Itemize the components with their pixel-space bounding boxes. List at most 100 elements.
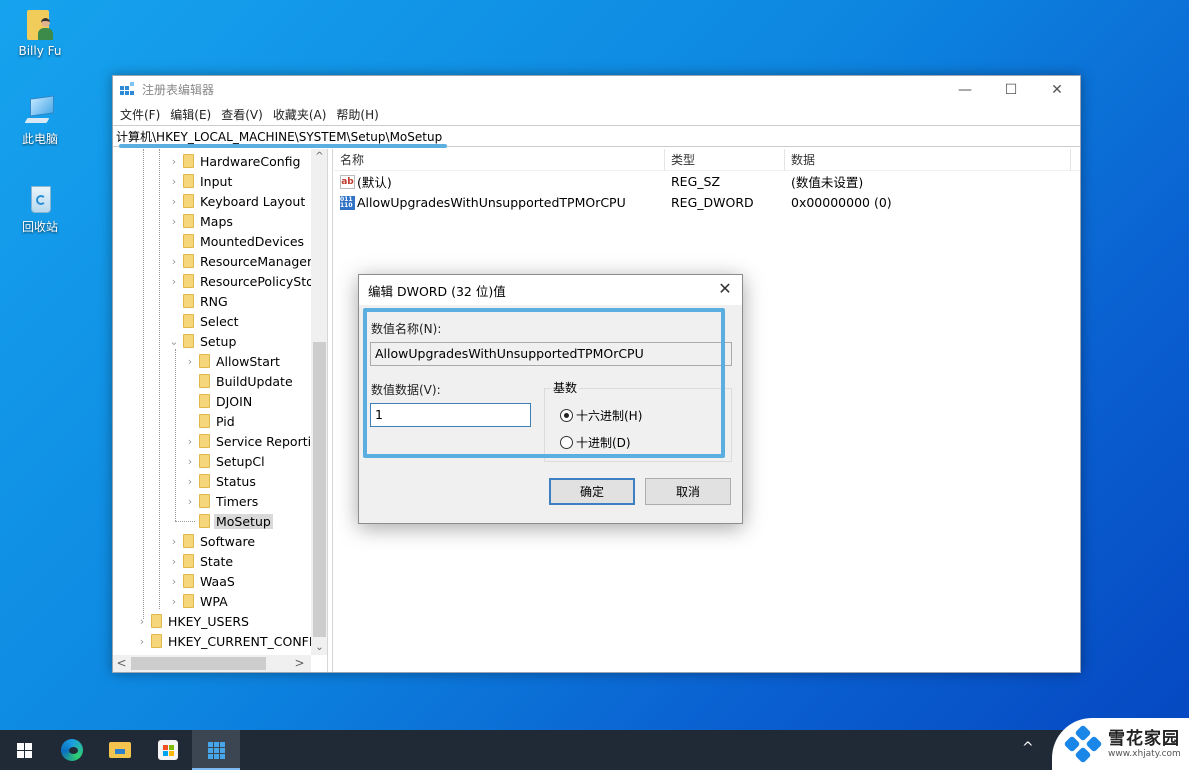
tree-item[interactable]: › HardwareConfig xyxy=(169,151,301,171)
maximize-button[interactable]: ☐ xyxy=(988,76,1034,103)
column-header-type[interactable]: 类型 xyxy=(665,148,785,171)
expand-chevron-icon[interactable]: › xyxy=(169,215,179,228)
address-bar[interactable]: 计算机\HKEY_LOCAL_MACHINE\SYSTEM\Setup\MoSe… xyxy=(113,125,1080,148)
tree-item[interactable]: BuildUpdate xyxy=(185,371,293,391)
taskbar-file-explorer[interactable] xyxy=(96,730,144,770)
tree-item[interactable]: › SetupCl xyxy=(185,451,265,471)
value-name-label: 数值名称(N): xyxy=(371,322,442,336)
scrollbar-thumb[interactable] xyxy=(313,342,326,637)
tree-item[interactable]: DJOIN xyxy=(185,391,252,411)
close-button[interactable]: ✕ xyxy=(1034,76,1080,103)
radio-unchecked-icon[interactable] xyxy=(560,436,573,449)
tree-item[interactable]: ⌄ Setup xyxy=(169,331,236,351)
folder-icon xyxy=(183,314,194,328)
folder-icon xyxy=(183,574,194,588)
tree-item[interactable]: › Service Reportir xyxy=(185,431,316,451)
expand-chevron-icon[interactable]: › xyxy=(185,435,195,448)
expand-chevron-icon[interactable]: › xyxy=(169,175,179,188)
folder-icon xyxy=(183,234,194,248)
expand-chevron-icon[interactable]: › xyxy=(169,275,179,288)
column-header-name[interactable]: 名称 xyxy=(334,148,665,171)
folder-icon xyxy=(183,554,194,568)
tree-item[interactable]: › HKEY_CURRENT_CONFI( xyxy=(137,631,318,651)
scroll-up-icon[interactable]: ^ xyxy=(311,151,327,162)
tree-item[interactable]: › Maps xyxy=(169,211,233,231)
tree-vertical-scrollbar[interactable]: ^ ⌄ xyxy=(311,149,327,655)
expand-chevron-icon[interactable]: › xyxy=(169,535,179,548)
expand-chevron-icon[interactable]: › xyxy=(137,615,147,628)
title-bar[interactable]: 注册表编辑器 — ☐ ✕ xyxy=(113,76,1080,103)
minimize-button[interactable]: — xyxy=(942,76,988,103)
value-name-field[interactable]: AllowUpgradesWithUnsupportedTPMOrCPU xyxy=(370,342,732,366)
tree-item[interactable]: › WaaS xyxy=(169,571,235,591)
tree-item[interactable]: › Status xyxy=(185,471,256,491)
ok-button[interactable]: 确定 xyxy=(549,478,635,505)
menu-file[interactable]: 文件(F) xyxy=(115,106,165,123)
tree-item[interactable]: Select xyxy=(169,311,239,331)
scroll-left-icon[interactable]: < xyxy=(113,655,130,672)
desktop-icon-recycle-bin[interactable]: 回收站 xyxy=(2,182,78,235)
taskbar-edge[interactable] xyxy=(48,730,96,770)
tree-item[interactable]: › Timers xyxy=(185,491,258,511)
expand-chevron-icon[interactable]: › xyxy=(137,635,147,648)
tree-item[interactable]: › Keyboard Layout xyxy=(169,191,305,211)
user-folder-icon xyxy=(23,8,57,42)
value-data-input[interactable]: 1 xyxy=(370,403,531,427)
tree-item[interactable]: › AllowStart xyxy=(185,351,280,371)
tree-item[interactable]: Pid xyxy=(185,411,235,431)
radio-decimal[interactable]: 十进制(D) xyxy=(560,434,631,451)
dialog-title-bar[interactable]: 编辑 DWORD (32 位)值 ✕ xyxy=(359,275,742,305)
tree-item[interactable]: › Input xyxy=(169,171,233,191)
expand-chevron-icon[interactable]: › xyxy=(185,455,195,468)
pane-splitter[interactable] xyxy=(328,149,333,672)
start-button[interactable] xyxy=(0,730,48,770)
tree-item-selected[interactable]: MoSetup xyxy=(185,511,273,531)
expand-chevron-icon[interactable]: › xyxy=(185,475,195,488)
this-pc-icon xyxy=(23,94,57,128)
expand-chevron-icon[interactable]: › xyxy=(185,495,195,508)
tree-item[interactable]: › HKEY_USERS xyxy=(137,611,249,631)
radio-checked-icon[interactable] xyxy=(560,409,573,422)
column-header-data[interactable]: 数据 xyxy=(785,148,1071,171)
tree-item[interactable]: › State xyxy=(169,551,233,571)
expand-chevron-icon[interactable]: › xyxy=(169,155,179,168)
expand-chevron-icon[interactable]: › xyxy=(169,555,179,568)
tree-item[interactable]: MountedDevices xyxy=(169,231,304,251)
address-path[interactable]: 计算机\HKEY_LOCAL_MACHINE\SYSTEM\Setup\MoSe… xyxy=(116,128,442,145)
menu-bar: 文件(F) 编辑(E) 查看(V) 收藏夹(A) 帮助(H) xyxy=(113,103,1080,125)
tree-item[interactable]: › WPA xyxy=(169,591,228,611)
value-row[interactable]: 011 110 AllowUpgradesWithUnsupportedTPMOr… xyxy=(334,192,1080,213)
expand-chevron-icon[interactable]: › xyxy=(169,575,179,588)
menu-favorites[interactable]: 收藏夹(A) xyxy=(268,106,332,123)
taskbar-registry-editor[interactable] xyxy=(192,730,240,770)
desktop-icon-label: Billy Fu xyxy=(18,44,62,58)
tree-item[interactable]: › ResourcePolicySto xyxy=(169,271,314,291)
value-row[interactable]: ab (默认) REG_SZ (数值未设置) xyxy=(334,171,1080,192)
tree-horizontal-scrollbar[interactable]: < > xyxy=(113,655,311,672)
folder-icon xyxy=(199,514,210,528)
snowflake-logo-icon xyxy=(1063,724,1103,764)
expand-chevron-icon[interactable]: › xyxy=(185,355,195,368)
menu-edit[interactable]: 编辑(E) xyxy=(165,106,216,123)
desktop-icon-this-pc[interactable]: 此电脑 xyxy=(2,94,78,147)
menu-help[interactable]: 帮助(H) xyxy=(331,106,383,123)
file-explorer-icon xyxy=(109,742,131,758)
scroll-down-icon[interactable]: ⌄ xyxy=(311,642,327,653)
folder-icon xyxy=(183,274,194,288)
show-hidden-icons-chevron-icon[interactable]: ^ xyxy=(1022,740,1034,756)
expand-chevron-icon[interactable]: › xyxy=(169,255,179,268)
tree-item[interactable]: › Software xyxy=(169,531,255,551)
scrollbar-thumb[interactable] xyxy=(131,657,266,670)
dialog-close-button[interactable]: ✕ xyxy=(716,280,734,298)
desktop-icon-user[interactable]: Billy Fu xyxy=(2,8,78,58)
cancel-button[interactable]: 取消 xyxy=(645,478,731,505)
taskbar-store[interactable] xyxy=(144,730,192,770)
scroll-right-icon[interactable]: > xyxy=(291,655,308,672)
tree-item[interactable]: RNG xyxy=(169,291,228,311)
expand-chevron-icon[interactable]: › xyxy=(169,595,179,608)
collapse-chevron-icon[interactable]: ⌄ xyxy=(169,335,179,348)
menu-view[interactable]: 查看(V) xyxy=(216,106,268,123)
expand-chevron-icon[interactable]: › xyxy=(169,195,179,208)
tree-item[interactable]: › ResourceManager xyxy=(169,251,312,271)
radio-hexadecimal[interactable]: 十六进制(H) xyxy=(560,407,642,424)
